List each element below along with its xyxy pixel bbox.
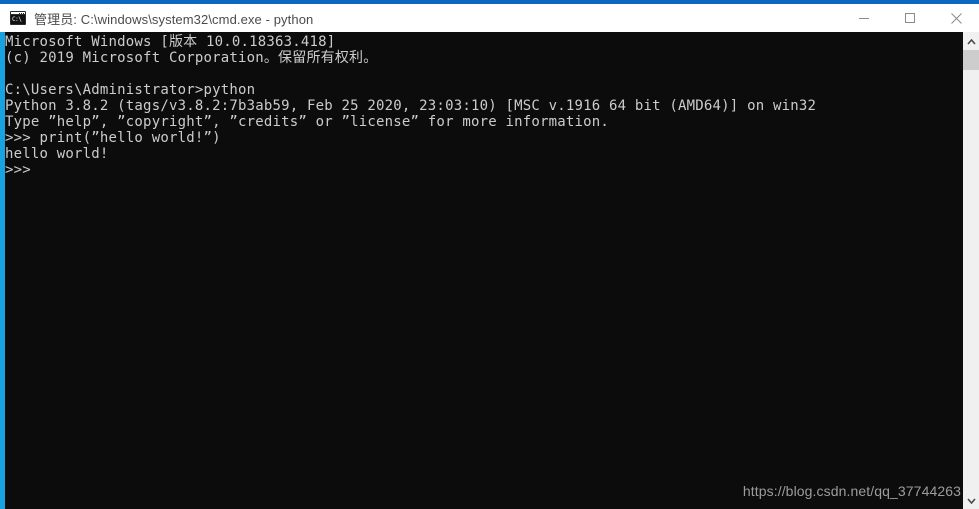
terminal-line: Microsoft Windows [版本 10.0.18363.418] — [5, 34, 336, 50]
maximize-button[interactable] — [887, 4, 933, 32]
scrollbar-thumb[interactable] — [963, 50, 979, 70]
terminal-line: hello world! — [5, 146, 109, 162]
terminal-line: >>> print(”hello world!”) — [5, 130, 221, 146]
close-button[interactable] — [933, 4, 979, 32]
cmd-icon-label: C:\ — [11, 15, 25, 24]
minimize-button[interactable] — [841, 4, 887, 32]
scroll-down-button[interactable] — [963, 491, 979, 509]
maximize-icon — [904, 12, 916, 24]
chevron-down-icon — [966, 491, 976, 509]
terminal-line: Python 3.8.2 (tags/v3.8.2:7b3ab59, Feb 2… — [5, 98, 817, 114]
window-title: 管理员: C:\windows\system32\cmd.exe - pytho… — [34, 11, 314, 27]
terminal-line: (c) 2019 Microsoft Corporation。保留所有权利。 — [5, 50, 378, 66]
terminal-lines: Microsoft Windows [版本 10.0.18363.418] (c)… — [5, 34, 963, 178]
terminal-line: >>> — [5, 162, 31, 178]
window-controls — [841, 4, 979, 32]
chevron-up-icon — [966, 32, 976, 50]
cmd-window: C:\ 管理员: C:\windows\system32\cmd.exe - p… — [0, 0, 979, 509]
minimize-icon — [858, 12, 870, 24]
console-area: Microsoft Windows [版本 10.0.18363.418] (c)… — [0, 32, 979, 509]
title-bar[interactable]: C:\ 管理员: C:\windows\system32\cmd.exe - p… — [0, 4, 979, 32]
terminal-output[interactable]: Microsoft Windows [版本 10.0.18363.418] (c)… — [5, 32, 963, 509]
watermark-text: https://blog.csdn.net/qq_37744263 — [742, 483, 961, 499]
terminal-line: C:\Users\Administrator>python — [5, 82, 256, 98]
scroll-up-button[interactable] — [963, 32, 979, 50]
terminal-line: Type ”help”, ”copyright”, ”credits” or ”… — [5, 114, 610, 130]
close-icon — [950, 12, 963, 25]
vertical-scrollbar[interactable] — [963, 32, 979, 509]
scrollbar-track[interactable] — [963, 70, 979, 491]
cmd-console-icon: C:\ — [10, 11, 26, 25]
